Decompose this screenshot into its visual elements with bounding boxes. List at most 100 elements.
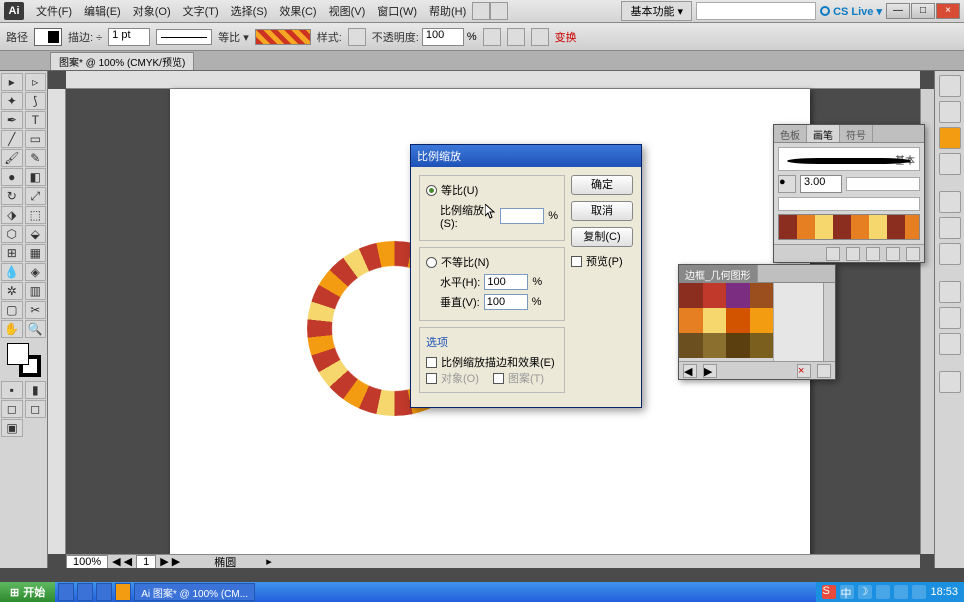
geom-next-icon[interactable]: ▶ (703, 364, 717, 378)
transform-link[interactable]: 变换 (555, 29, 577, 45)
clock[interactable]: 18:53 (930, 586, 958, 598)
close-button[interactable]: × (936, 3, 960, 19)
minimize-button[interactable]: — (886, 3, 910, 19)
brushes-tab[interactable]: 画笔 (807, 125, 840, 142)
swatch-11[interactable] (726, 333, 750, 358)
document-tab[interactable]: 图案* @ 100% (CMYK/预览) (50, 52, 194, 70)
tray-icon-3[interactable]: ☽ (858, 585, 872, 599)
pattern-brush[interactable] (778, 214, 920, 240)
taskbar-item[interactable]: Ai 图案* @ 100% (CM... (134, 583, 255, 601)
draw-normal[interactable]: ◻ (1, 400, 23, 418)
line-tool[interactable]: ╱ (1, 130, 23, 148)
dock-icon-6[interactable] (939, 217, 961, 239)
rectangle-tool[interactable]: ▭ (25, 130, 47, 148)
shape-builder-tool[interactable]: ⬡ (1, 225, 23, 243)
bridge-icon[interactable] (472, 2, 490, 20)
dialog-title[interactable]: 比例缩放 (411, 145, 641, 167)
cslive-button[interactable]: CS Live ▾ (820, 5, 882, 18)
libraries-icon[interactable] (826, 247, 840, 261)
screen-mode[interactable]: ▣ (1, 419, 23, 437)
tray-icon-2[interactable]: 中 (840, 585, 854, 599)
dock-icon-10[interactable] (939, 333, 961, 355)
brush-weight[interactable]: 3.00 (800, 175, 842, 193)
quicklaunch-ai[interactable] (115, 583, 131, 601)
quicklaunch-1[interactable] (58, 583, 74, 601)
workspace-switcher[interactable]: 基本功能 ▾ (621, 1, 692, 21)
artboard-tool[interactable]: ▢ (1, 301, 23, 319)
dock-icon-1[interactable] (939, 75, 961, 97)
arrange-icon[interactable] (490, 2, 508, 20)
slice-tool[interactable]: ✂ (25, 301, 47, 319)
pen-tool[interactable]: ✒ (1, 111, 23, 129)
selection-tool[interactable]: ▸ (1, 73, 23, 91)
menu-help[interactable]: 帮助(H) (423, 1, 472, 21)
swatch-7[interactable] (726, 308, 750, 333)
swatch-5[interactable] (679, 308, 703, 333)
eraser-tool[interactable]: ◧ (25, 168, 47, 186)
stroke-style-dropdown[interactable] (156, 29, 212, 45)
search-input[interactable] (696, 2, 816, 20)
perspective-tool[interactable]: ⬙ (25, 225, 47, 243)
ok-button[interactable]: 确定 (571, 175, 633, 195)
menu-effect[interactable]: 效果(C) (273, 1, 322, 21)
brush-basic[interactable]: 基本 (778, 147, 920, 171)
start-button[interactable]: ⊞开始 (0, 582, 55, 602)
eyedropper-tool[interactable]: 💧 (1, 263, 23, 281)
ruler-horizontal[interactable] (66, 71, 920, 89)
uniform-radio[interactable] (426, 185, 437, 196)
swatch-4[interactable] (750, 283, 774, 308)
swatch-2[interactable] (703, 283, 727, 308)
swatch-12[interactable] (750, 333, 774, 358)
geom-prev-icon[interactable]: ◀ (683, 364, 697, 378)
blend-tool[interactable]: ◈ (25, 263, 47, 281)
swatches-tab[interactable]: 色板 (774, 125, 807, 142)
draw-behind[interactable]: ◻ (25, 400, 47, 418)
dock-icon-9[interactable] (939, 307, 961, 329)
brush-row-2[interactable] (778, 197, 920, 211)
quicklaunch-3[interactable] (96, 583, 112, 601)
dock-icon-5[interactable] (939, 191, 961, 213)
geom-scrollbar[interactable] (823, 283, 835, 361)
style-dropdown[interactable] (348, 28, 366, 46)
stroke-weight-input[interactable]: 1 pt (108, 28, 150, 46)
tray-icon-4[interactable] (876, 585, 890, 599)
menu-type[interactable]: 文字(T) (177, 1, 225, 21)
preview-checkbox[interactable] (571, 256, 582, 267)
color-mode[interactable]: ▪ (1, 381, 23, 399)
tray-icon-5[interactable] (894, 585, 908, 599)
cancel-button[interactable]: 取消 (571, 201, 633, 221)
swatch-10[interactable] (703, 333, 727, 358)
scale-input[interactable] (500, 208, 544, 224)
swatch-8[interactable] (750, 308, 774, 333)
swatch-1[interactable] (679, 283, 703, 308)
vertical-input[interactable] (484, 294, 528, 310)
tray-icon-6[interactable] (912, 585, 926, 599)
geometric-tab[interactable]: 边框_几何图形 (679, 265, 758, 282)
ruler-vertical[interactable] (48, 89, 66, 554)
swatch-3[interactable] (726, 283, 750, 308)
dock-icon-11[interactable] (939, 371, 961, 393)
scale-tool[interactable]: ⤢ (25, 187, 47, 205)
symbol-sprayer-tool[interactable]: ✲ (1, 282, 23, 300)
rotate-tool[interactable]: ↻ (1, 187, 23, 205)
hand-tool[interactable]: ✋ (1, 320, 23, 338)
geom-menu-icon[interactable] (817, 364, 831, 378)
magic-wand-tool[interactable]: ✦ (1, 92, 23, 110)
dock-icon-4[interactable] (939, 153, 961, 175)
symbols-tab[interactable]: 符号 (840, 125, 873, 142)
options-icon[interactable] (866, 247, 880, 261)
mesh-tool[interactable]: ⊞ (1, 244, 23, 262)
geom-close-icon[interactable]: × (797, 364, 811, 378)
artboard-nav[interactable]: 1 (136, 555, 156, 569)
fill-stroke-control[interactable] (7, 343, 41, 377)
brush-preview[interactable] (255, 29, 311, 45)
swatch-9[interactable] (679, 333, 703, 358)
menu-view[interactable]: 视图(V) (323, 1, 372, 21)
recolor-icon[interactable] (483, 28, 501, 46)
menu-object[interactable]: 对象(O) (127, 1, 177, 21)
new-brush-icon[interactable] (886, 247, 900, 261)
scale-strokes-checkbox[interactable] (426, 357, 437, 368)
dock-icon-8[interactable] (939, 281, 961, 303)
opacity-input[interactable]: 100 (422, 28, 464, 46)
paintbrush-tool[interactable]: 🖌 (1, 149, 23, 167)
